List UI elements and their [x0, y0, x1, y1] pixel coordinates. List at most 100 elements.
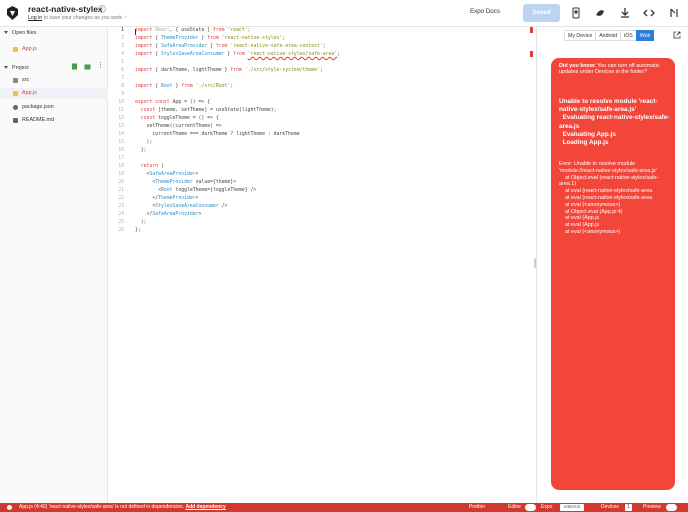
line-number: 15: [118, 140, 124, 145]
snack-logo[interactable]: [6, 5, 19, 21]
editor-toggle[interactable]: [525, 504, 536, 511]
code-line[interactable]: import { Root } from './src/Root';: [135, 84, 233, 89]
code-line[interactable]: import { darkTheme, lightTheme } from '.…: [135, 68, 323, 73]
open-files-label: Open files: [12, 30, 37, 36]
code-token: import: [135, 36, 156, 41]
preview-button[interactable]: Preview: [643, 503, 661, 512]
devices-button[interactable]: Devices: [601, 503, 619, 512]
code-line[interactable]: <SafeAreaProvider>: [135, 172, 199, 177]
code-token: import: [135, 68, 156, 73]
new-folder-icon[interactable]: [84, 63, 91, 70]
code-token: >: [195, 196, 199, 201]
code-line[interactable]: import React, { useState } from 'react';: [135, 28, 251, 33]
login-link[interactable]: Log in: [28, 15, 42, 21]
code-token: const: [135, 116, 159, 121]
qr-phone-icon[interactable]: [570, 7, 582, 19]
save-hint: Log in to save your changes as you work ✓: [28, 15, 128, 21]
code-line[interactable]: </ThemeProvider>: [135, 196, 199, 201]
code-line[interactable]: );: [135, 140, 153, 145]
code-token: ;: [319, 68, 323, 73]
project-item-readme[interactable]: README.md: [0, 115, 108, 126]
file-name: src: [22, 77, 30, 83]
project-title[interactable]: react-native-stylex: [28, 4, 103, 14]
code-token: ;: [322, 44, 326, 49]
code-line[interactable]: };: [135, 148, 147, 153]
code-line[interactable]: };: [135, 228, 141, 233]
tab-android[interactable]: Android: [595, 30, 622, 41]
code-line[interactable]: import { StylexSaveAreaConsumer } from '…: [135, 52, 340, 57]
open-file-app-js[interactable]: App.js: [0, 44, 108, 55]
line-number: 5: [121, 60, 124, 65]
info-icon[interactable]: i: [98, 5, 106, 13]
line-number: 7: [121, 76, 124, 81]
open-files-header[interactable]: Open files: [0, 28, 108, 40]
code-token: value={theme}>: [192, 180, 237, 185]
code-token: };: [135, 148, 147, 153]
line-number: 21: [118, 188, 124, 193]
code-token: const: [135, 108, 159, 113]
error-marker[interactable]: [530, 27, 533, 33]
code-line[interactable]: currentTheme === darkTheme ? lightTheme …: [135, 132, 299, 137]
code-token: , { useState }: [169, 28, 213, 33]
code-token: }: [172, 84, 182, 89]
code-line[interactable]: import { SafeAreaProvider } from 'react-…: [135, 44, 326, 49]
json-file-icon: [13, 105, 18, 110]
code-token: SafeAreaProvider: [149, 172, 196, 177]
code-token: import: [135, 84, 156, 89]
file-name: App.js: [22, 90, 37, 96]
code-editor[interactable]: 1 2 3 4 5 6 7 8 9 10 11 12 13 14 15 16 17 18 19 20 21 22 23 24 2…: [108, 27, 535, 503]
tab-web[interactable]: Web: [635, 30, 655, 41]
code-line[interactable]: setTheme((currentTheme) =>: [135, 124, 222, 129]
line-number: 11: [118, 108, 124, 113]
keyboard-shortcuts-icon[interactable]: [668, 7, 680, 19]
tab-my-device[interactable]: My Device: [564, 30, 597, 41]
theme-toggle-icon[interactable]: [594, 7, 606, 19]
line-number: 8: [121, 84, 124, 89]
code-token: import: [135, 52, 156, 57]
code-token: from: [233, 52, 248, 57]
device-preview-screen[interactable]: Did you know: You can turn off automatic…: [551, 58, 675, 490]
code-token: from: [215, 44, 231, 49]
preview-toggle[interactable]: [666, 504, 677, 511]
code-line[interactable]: );: [135, 220, 147, 225]
tab-ios[interactable]: iOS: [620, 30, 637, 41]
code-line[interactable]: export const App = () => {: [135, 100, 210, 105]
line-number-gutter: 1 2 3 4 5 6 7 8 9 10 11 12 13 14 15 16 17 18 19 20 21 22 23 24 2…: [108, 27, 128, 503]
code-token: App = () => {: [172, 100, 211, 105]
saved-button[interactable]: Saved: [523, 4, 560, 22]
download-icon[interactable]: [619, 7, 631, 19]
code-line[interactable]: const toggleTheme = () => {: [135, 116, 219, 121]
project-item-app-js[interactable]: App.js: [0, 88, 108, 99]
code-token: <: [135, 180, 156, 185]
project-header[interactable]: Project: [0, 63, 108, 75]
popout-icon[interactable]: [673, 31, 681, 39]
code-line[interactable]: import { ThemeProvider } from 'react-nat…: [135, 36, 285, 41]
chevron-down-icon: [4, 66, 8, 69]
new-file-icon[interactable]: [71, 63, 78, 70]
code-token: }: [207, 44, 216, 49]
expo-docs-link[interactable]: Expo Docs: [470, 8, 500, 15]
code-line[interactable]: const [theme, setTheme] = useState(light…: [135, 108, 277, 113]
editor-button[interactable]: Editor: [508, 503, 521, 512]
code-token: Root: [161, 84, 173, 89]
file-name: README.md: [22, 117, 55, 123]
status-message: App.js (4:40) 'react-native-stylex/safe-…: [19, 503, 226, 512]
code-line[interactable]: <StylexSaveAreaConsumer />: [135, 204, 227, 209]
code-token: from: [207, 36, 222, 41]
sdk-version-select[interactable]: v49.0.0: [560, 504, 584, 511]
code-token: ;: [337, 52, 341, 57]
code-line[interactable]: <ThemeProvider value={theme}>: [135, 180, 236, 185]
error-title: Unable to resolve module 'react-native-s…: [559, 98, 670, 147]
code-line[interactable]: </SafeAreaProvider>: [135, 212, 202, 217]
line-number: 6: [121, 68, 124, 73]
code-line[interactable]: <Root toggleTheme={toggleTheme} />: [135, 188, 256, 193]
embed-code-icon[interactable]: [643, 7, 655, 19]
code-token: import: [135, 44, 156, 49]
prettier-button[interactable]: Prettier: [469, 503, 485, 512]
code-line[interactable]: return (: [135, 164, 164, 169]
add-dependency-link[interactable]: Add dependency: [185, 504, 225, 510]
more-options-icon[interactable]: ⋮: [97, 62, 104, 70]
project-item-src[interactable]: src: [0, 75, 108, 86]
error-marker[interactable]: [530, 51, 533, 57]
project-item-package-json[interactable]: package.json: [0, 102, 108, 113]
